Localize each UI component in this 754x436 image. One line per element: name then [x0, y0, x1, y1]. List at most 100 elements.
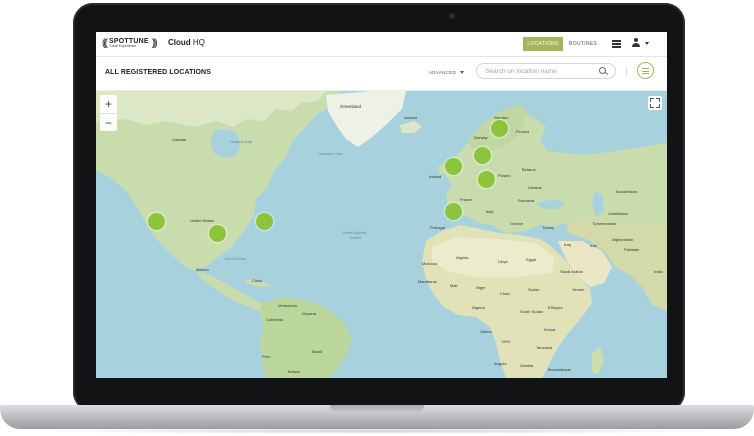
top-navigation-bar: ((( SPOTTUNE Great Experience ))) Cloud …: [96, 32, 667, 57]
location-marker[interactable]: [445, 203, 462, 220]
map-label-mauritania: Mauritania: [418, 279, 437, 284]
chevron-down-icon: [460, 71, 464, 74]
logo-text-block: SPOTTUNE Great Experience: [107, 38, 151, 49]
map-label-united-states: United States: [190, 218, 215, 223]
map-label-poland: Poland: [498, 173, 511, 178]
map-label-italy: Italy: [486, 209, 494, 214]
map-landmass: [96, 91, 667, 378]
map-label-angola: Angola: [494, 361, 507, 366]
map-label-france: France: [460, 197, 473, 202]
user-menu-button[interactable]: [632, 38, 654, 49]
laptop-opening-notch: [330, 405, 424, 413]
map-label-cuba: Cuba: [252, 278, 262, 283]
map-label-greenland: Greenland: [340, 104, 362, 109]
map-label-kazakhstan: Kazakhstan: [616, 189, 637, 194]
map-label-yemen: Yemen: [572, 287, 585, 292]
zoom-out-button[interactable]: −: [100, 114, 117, 132]
tab-locations[interactable]: LOCATIONS: [523, 37, 563, 51]
location-marker[interactable]: [491, 120, 508, 137]
map-label-peru: Peru: [262, 354, 271, 359]
map-label-drc: DRC: [502, 339, 511, 344]
location-marker[interactable]: [478, 171, 495, 188]
page-header: ALL REGISTERED LOCATIONS ADVANCED: [96, 57, 667, 91]
user-icon: [634, 38, 638, 42]
map-label-gabon: Gabon: [480, 329, 493, 334]
map-label-bolivia: Bolivia: [288, 369, 300, 374]
map-label-kenya: Kenya: [544, 327, 556, 332]
map-label-zambia: Zambia: [520, 363, 534, 368]
spottune-logo[interactable]: ((( SPOTTUNE Great Experience ))): [102, 37, 158, 50]
laptop-shadow: [24, 428, 730, 434]
map-label-algeria: Algeria: [456, 255, 469, 260]
location-marker[interactable]: [209, 225, 226, 242]
map-label-afghanistan: Afghanistan: [612, 237, 634, 242]
map-label-portugal: Portugal: [430, 225, 445, 230]
list-icon-line: [642, 70, 649, 72]
map-label-belarus: Belarus: [522, 167, 536, 172]
map-label-turkey: Turkey: [542, 225, 555, 230]
map-label-ethiopia: Ethiopia: [548, 305, 563, 310]
header-divider: [626, 66, 627, 76]
map-label-india: India: [654, 269, 663, 274]
map-label-ocean: North Atlantic Ocean: [343, 230, 367, 240]
map-label-south-sudan: South Sudan: [520, 309, 544, 314]
search-input[interactable]: [485, 65, 595, 77]
map-label-ukraine: Ukraine: [528, 185, 542, 190]
map-label-sudan: Sudan: [528, 287, 540, 292]
app-screen: ((( SPOTTUNE Great Experience ))) Cloud …: [96, 32, 667, 378]
location-marker[interactable]: [474, 147, 491, 164]
map-label-turkmenistan: Turkmenistan: [592, 221, 617, 226]
user-icon-body: [632, 43, 640, 47]
map-label-ireland: Ireland: [429, 174, 442, 179]
map-label-tanzania: Tanzania: [536, 345, 553, 350]
fullscreen-icon[interactable]: [648, 96, 662, 110]
list-icon-line: [642, 68, 649, 69]
map-label-labrador-sea: Labrador Sea: [318, 151, 343, 156]
map-label-guyana: Guyana: [302, 311, 317, 316]
zoom-in-button[interactable]: +: [100, 95, 117, 114]
map-label-niger: Niger: [476, 285, 486, 290]
zoom-controls: + −: [100, 95, 117, 131]
map-label-iran: Iran: [590, 243, 597, 248]
location-marker[interactable]: [148, 213, 165, 230]
app-name-rest: HQ: [190, 38, 205, 47]
location-marker[interactable]: [445, 158, 462, 175]
search-icon[interactable]: [599, 67, 606, 74]
map-label-venezuela: Venezuela: [278, 303, 297, 308]
laptop-base: [0, 405, 754, 429]
camera-icon: [449, 13, 455, 19]
map-label-egypt: Egypt: [526, 257, 537, 262]
location-marker[interactable]: [256, 213, 273, 230]
logo-bracket-left: (((: [102, 38, 108, 49]
hamburger-menu-icon[interactable]: [612, 40, 621, 48]
chevron-down-icon: [645, 42, 649, 45]
map-label-mozambique: Mozambique: [548, 367, 571, 372]
map-label-pakistan: Pakistan: [624, 247, 640, 252]
map-label-chad: Chad: [500, 291, 510, 296]
map-label-romania: Romania: [518, 198, 535, 203]
app-name: Cloud HQ: [168, 38, 205, 47]
search-box: [476, 63, 616, 79]
map-label-canada: Canada: [172, 137, 187, 142]
map-label-morocco: Morocco: [422, 261, 438, 266]
advanced-filter-button[interactable]: ADVANCED: [429, 70, 456, 75]
tab-routines[interactable]: ROUTINES: [566, 37, 600, 51]
map-label-colombia: Colombia: [266, 317, 283, 322]
logo-bracket-right: ))): [151, 38, 158, 49]
map-label-gulf-of-mexico: Gulf of Mexico: [224, 257, 247, 261]
logo-tagline: Great Experience: [109, 44, 137, 49]
map-label-finland: Finland: [516, 129, 530, 134]
map-label-uzbekistan: Uzbekistan: [608, 211, 628, 216]
map-label-iraq: Iraq: [564, 242, 571, 247]
map-label-saudi-arabia: Saudi Arabia: [560, 269, 583, 274]
map-label-greece: Greece: [510, 221, 524, 226]
map-label-norway: Norway: [474, 135, 488, 140]
list-icon-line: [642, 73, 649, 74]
map-label-mexico: Mexico: [196, 267, 209, 272]
page-title: ALL REGISTERED LOCATIONS: [105, 69, 211, 76]
map-label-brazil: Brazil: [312, 349, 323, 354]
list-view-toggle-button[interactable]: [637, 62, 654, 79]
locations-map[interactable]: + − Greenland Iceland Canada Hudson Bay …: [96, 91, 667, 378]
map-label-iceland: Iceland: [404, 115, 417, 120]
map-label-hudson-bay: Hudson Bay: [230, 139, 252, 144]
